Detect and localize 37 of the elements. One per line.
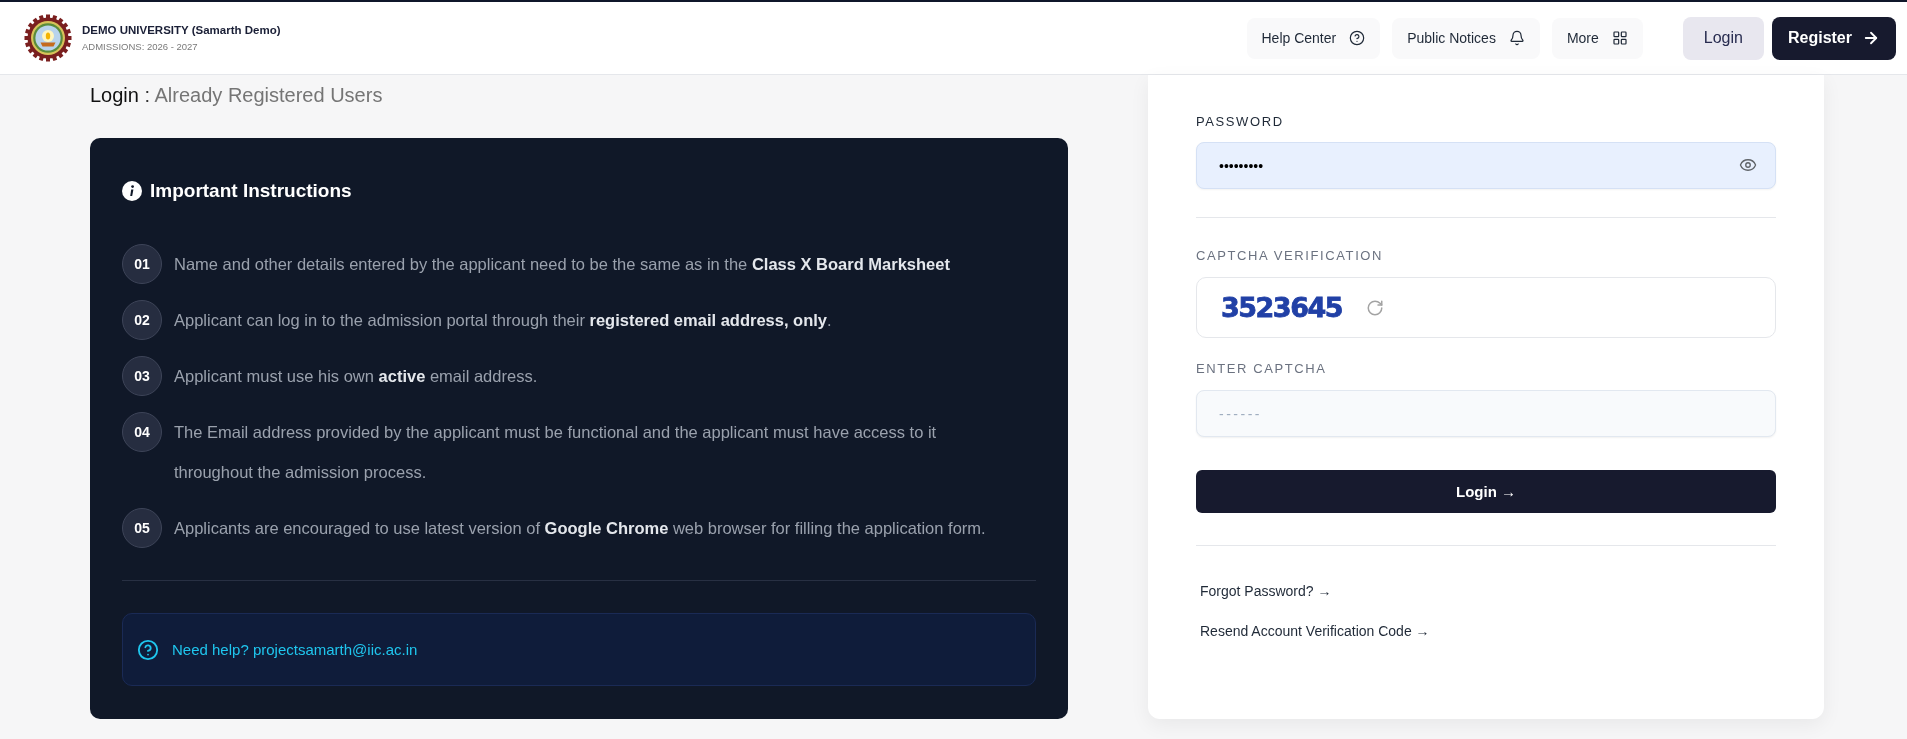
instruction-text: Applicant can log in to the admission portal through their registered email address, only.: [174, 310, 832, 331]
text-link[interactable]: Forgot Password? →: [1200, 581, 1332, 601]
step-number: 03: [122, 356, 162, 396]
help-icon: [1349, 30, 1366, 46]
instruction-text: Name and other details entered by the applicant need to be the same as in the Class X Board Marksheet: [174, 254, 950, 275]
login-submit-button[interactable]: Login →: [1196, 470, 1776, 513]
grid-icon: [1611, 30, 1628, 46]
instruction-text: Applicants are encouraged to use latest version of Google Chrome web browser for filling the application form.: [174, 518, 986, 539]
captcha-text: 3523645: [1221, 292, 1342, 323]
field-label: ENTER CAPTCHA: [1196, 361, 1327, 377]
help-text: Need help? projectsamarth@iic.ac.in: [172, 641, 418, 658]
admission-session: ADMISSIONS: 2026 - 2027: [82, 41, 198, 53]
captcha-input[interactable]: ------: [1196, 390, 1776, 437]
register-button[interactable]: Register: [1771, 16, 1896, 60]
login-button[interactable]: Login: [1682, 16, 1764, 60]
text-link[interactable]: Resend Account Verification Code →: [1200, 621, 1430, 641]
nav-button[interactable]: Public Notices: [1392, 17, 1540, 59]
page-heading: Login : Already Registered Users: [90, 83, 383, 107]
arrow-right-icon: [1862, 29, 1880, 47]
info-icon: [122, 181, 142, 201]
nav-button[interactable]: More: [1551, 17, 1643, 59]
password-field[interactable]: •••••••••: [1196, 142, 1776, 189]
instruction-text: Applicant must use his own active email address.: [174, 366, 538, 387]
card-title: Important Instructions: [150, 179, 352, 203]
bell-icon: [1508, 30, 1525, 46]
university-name: DEMO UNIVERSITY (Samarth Demo): [82, 23, 281, 37]
instruction-text: The Email address provided by the applicant must be functional and the applicant must have access to it throughout the admission process.: [174, 422, 938, 483]
emblem-icon: [24, 14, 72, 62]
field-label: PASSWORD: [1196, 114, 1284, 130]
step-number: 02: [122, 300, 162, 340]
nav-button[interactable]: Help Center: [1246, 17, 1381, 59]
eye-icon[interactable]: [1739, 156, 1757, 174]
field-label: CAPTCHA VERIFICATION: [1196, 248, 1384, 264]
help-icon: [137, 638, 159, 661]
step-number: 04: [122, 412, 162, 452]
step-number: 01: [122, 244, 162, 284]
step-number: 05: [122, 508, 162, 548]
